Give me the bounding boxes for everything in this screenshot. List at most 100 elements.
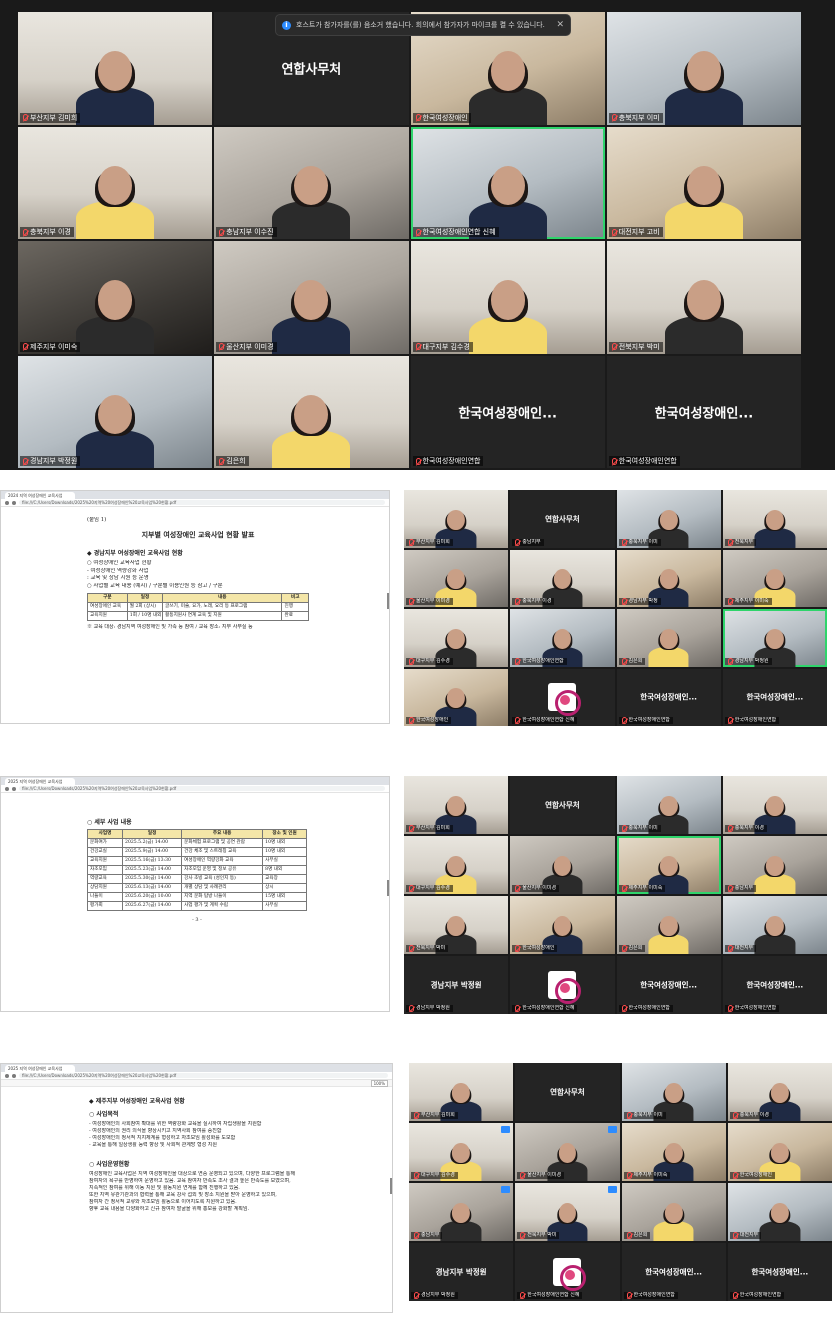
video-tile[interactable]: 충북지부 이경 bbox=[18, 126, 213, 239]
video-tile[interactable]: 대전지부 고비 bbox=[606, 126, 801, 239]
video-tile[interactable]: 한국여성장애인... 한국여성장애인연합 bbox=[616, 668, 721, 726]
video-tile[interactable]: 김은희 bbox=[616, 609, 721, 667]
url-field[interactable]: file:///C:/Users/Downloads/2025%20지역%20여… bbox=[19, 500, 385, 505]
video-tile[interactable]: 연합사무처 충남지부 bbox=[510, 490, 615, 548]
url-field[interactable]: file:///C:/Users/Downloads/2025%20지역%20여… bbox=[19, 1073, 388, 1078]
more-options-icon[interactable] bbox=[607, 1126, 617, 1133]
video-tile[interactable]: 전북지부 bbox=[722, 490, 827, 548]
video-tile[interactable]: 충남지부 bbox=[722, 836, 827, 894]
video-tile[interactable]: 대구지부 김수경 bbox=[410, 241, 605, 354]
video-tile[interactable]: 한국여성장애인... 한국여성장애인연합 bbox=[727, 1243, 832, 1301]
video-tile[interactable]: 한국여성장애인연합 신혜 bbox=[510, 956, 615, 1014]
video-tile[interactable]: 제주지부 이미숙 bbox=[621, 1123, 726, 1181]
video-tile[interactable]: 충북지부 이경 bbox=[722, 776, 827, 834]
video-tile[interactable]: 경남지부 박정원 bbox=[18, 355, 213, 468]
zoom-level[interactable]: 100% bbox=[370, 1079, 388, 1087]
more-options-icon[interactable] bbox=[501, 1186, 511, 1193]
forward-icon[interactable] bbox=[12, 500, 16, 505]
mute-notification[interactable]: i 호스트가 참가자를(를) 음소거 했습니다. 회의에서 참가자가 마이크를 … bbox=[275, 14, 571, 36]
scrollbar[interactable] bbox=[390, 1177, 392, 1194]
video-tile[interactable]: 김은희 bbox=[621, 1183, 726, 1241]
video-tile[interactable]: 김은희 bbox=[214, 355, 409, 468]
video-tile[interactable]: 충북지부 이미 bbox=[616, 776, 721, 834]
close-icon[interactable]: ✕ bbox=[556, 20, 564, 30]
video-tile[interactable]: 울산지부 이미경 bbox=[214, 241, 409, 354]
back-icon[interactable] bbox=[5, 500, 9, 505]
participant-name-tag: 한국여성장애인연합 bbox=[608, 456, 680, 466]
scrollbar[interactable] bbox=[387, 593, 389, 610]
video-tile[interactable]: 한국여성장애인 bbox=[510, 896, 615, 954]
scrollbar[interactable] bbox=[387, 880, 389, 897]
video-tile[interactable]: 대구지부 김수경 bbox=[404, 609, 509, 667]
video-tile[interactable]: 대구지부 김수경 bbox=[404, 836, 509, 894]
video-tile[interactable]: 한국여성장애인 bbox=[727, 1123, 832, 1181]
forward-icon[interactable] bbox=[12, 786, 16, 791]
video-tile[interactable]: 김은희 bbox=[616, 896, 721, 954]
video-tile[interactable]: 한국여성장애인연합 신혜 bbox=[410, 126, 605, 239]
more-options-icon[interactable] bbox=[607, 1186, 617, 1193]
video-tile[interactable]: 한국여성장애인... 한국여성장애인연합 bbox=[621, 1243, 726, 1301]
video-tile[interactable]: 제주지부 이미숙 bbox=[722, 549, 827, 607]
video-tile[interactable]: 울산지부 이미경 bbox=[510, 836, 615, 894]
table-cell: 건강교실 bbox=[86, 847, 124, 857]
video-tile[interactable]: 제주지부 이미숙 bbox=[18, 241, 213, 354]
video-tile[interactable]: 한국여성장애인연합 신혜 bbox=[515, 1243, 620, 1301]
video-tile[interactable]: 경남지부 박정원 경남지부 박정원 bbox=[404, 956, 509, 1014]
video-tile[interactable]: 충남지부 이수진 bbox=[214, 126, 409, 239]
video-tile[interactable]: 울산지부 이미경 bbox=[404, 549, 509, 607]
participant-name: 경남지부 박정원 bbox=[734, 657, 769, 664]
mic-muted-icon bbox=[727, 1005, 733, 1012]
video-tile[interactable]: 충북지부 이미 bbox=[606, 12, 801, 125]
video-tile[interactable]: 부산지부 김미희 bbox=[409, 1063, 514, 1121]
browser-tab[interactable]: 2024 지역 여성장애인 교육사업 bbox=[5, 492, 75, 499]
video-tile[interactable]: 경남지부 박정원 bbox=[722, 609, 827, 667]
participant-name-tag: 경남지부 박정원 bbox=[411, 1292, 458, 1299]
video-tile[interactable]: 전북지부 박미 bbox=[515, 1183, 620, 1241]
video-tile[interactable]: 울산지부 이미경 bbox=[515, 1123, 620, 1181]
video-tile[interactable]: 대전지부 bbox=[722, 896, 827, 954]
participant-name-tag: 대전지부 고비 bbox=[608, 227, 663, 237]
mic-muted-icon bbox=[515, 945, 521, 952]
participant-display-label: 한국여성장애인... bbox=[458, 406, 557, 422]
forward-icon[interactable] bbox=[12, 1073, 16, 1078]
video-tile[interactable]: 한국여성장애인... 한국여성장애인연합 bbox=[722, 668, 827, 726]
participant-name-tag: 한국여성장애인연합 bbox=[618, 1005, 673, 1012]
video-tile[interactable]: 한국여성장애인... 한국여성장애인연합 bbox=[722, 956, 827, 1014]
table-row: 상담지원 2025.6.13(금) 14:00 개별 상담 및 사례관리 상시 bbox=[86, 883, 307, 893]
video-tile[interactable]: 대구지부 김수경 bbox=[409, 1123, 514, 1181]
video-tile[interactable]: 연합사무처 bbox=[515, 1063, 620, 1121]
browser-tab[interactable]: 2025 지역 여성장애인 교육사업 bbox=[5, 1065, 75, 1072]
participant-name-tag: 대구지부 김수경 bbox=[406, 657, 453, 665]
video-tile[interactable]: 한국여성장애인... 한국여성장애인연합 bbox=[410, 355, 605, 468]
participant-name: 경남지부 박정원 bbox=[30, 457, 78, 465]
video-tile[interactable]: 경남지부 박정 bbox=[616, 549, 721, 607]
video-tile[interactable]: 부산지부 김미희 bbox=[404, 490, 509, 548]
video-tile[interactable]: 충남지부 bbox=[409, 1183, 514, 1241]
back-icon[interactable] bbox=[5, 1073, 9, 1078]
video-tile[interactable]: 충북지부 이미 bbox=[616, 490, 721, 548]
more-options-icon[interactable] bbox=[501, 1126, 511, 1133]
video-tile[interactable]: 한국여성장애인연합 신혜 bbox=[510, 668, 615, 726]
video-tile[interactable]: 경남지부 박정원 경남지부 박정원 bbox=[409, 1243, 514, 1301]
video-tile[interactable]: 충북지부 이미 bbox=[621, 1063, 726, 1121]
video-tile[interactable]: 한국여성장애인... 한국여성장애인연합 bbox=[606, 355, 801, 468]
browser-tab[interactable]: 2025 지역 여성장애인 교육사업 bbox=[5, 778, 75, 785]
mic-muted-icon bbox=[621, 825, 627, 832]
video-tile[interactable]: 충북지부 이경 bbox=[510, 549, 615, 607]
video-tile[interactable]: 연합사무처 bbox=[510, 776, 615, 834]
video-tile[interactable]: 제주지부 이미숙 bbox=[616, 836, 721, 894]
video-tile[interactable]: 한국여성장애인연합 bbox=[510, 609, 615, 667]
video-tile[interactable]: 전북지부 박미 bbox=[606, 241, 801, 354]
video-tile[interactable]: 충북지부 이경 bbox=[727, 1063, 832, 1121]
video-tile[interactable]: 부산지부 김미희 bbox=[18, 12, 213, 125]
participant-name: 한국여성장애인연합 신혜 bbox=[422, 228, 496, 236]
video-tile[interactable]: 부산지부 김미희 bbox=[404, 776, 509, 834]
back-icon[interactable] bbox=[5, 786, 9, 791]
video-tile[interactable]: 대전지부 bbox=[727, 1183, 832, 1241]
video-tile[interactable]: 한국여성장애인... 한국여성장애인연합 bbox=[616, 956, 721, 1014]
video-tile[interactable]: 전북지부 박미 bbox=[404, 896, 509, 954]
mic-muted-icon bbox=[626, 1232, 632, 1239]
url-field[interactable]: file:///C:/Users/Downloads/2025%20지역%20여… bbox=[19, 786, 385, 791]
mic-muted-icon bbox=[219, 343, 225, 350]
video-tile[interactable]: 한국여성장애인 bbox=[404, 668, 509, 726]
